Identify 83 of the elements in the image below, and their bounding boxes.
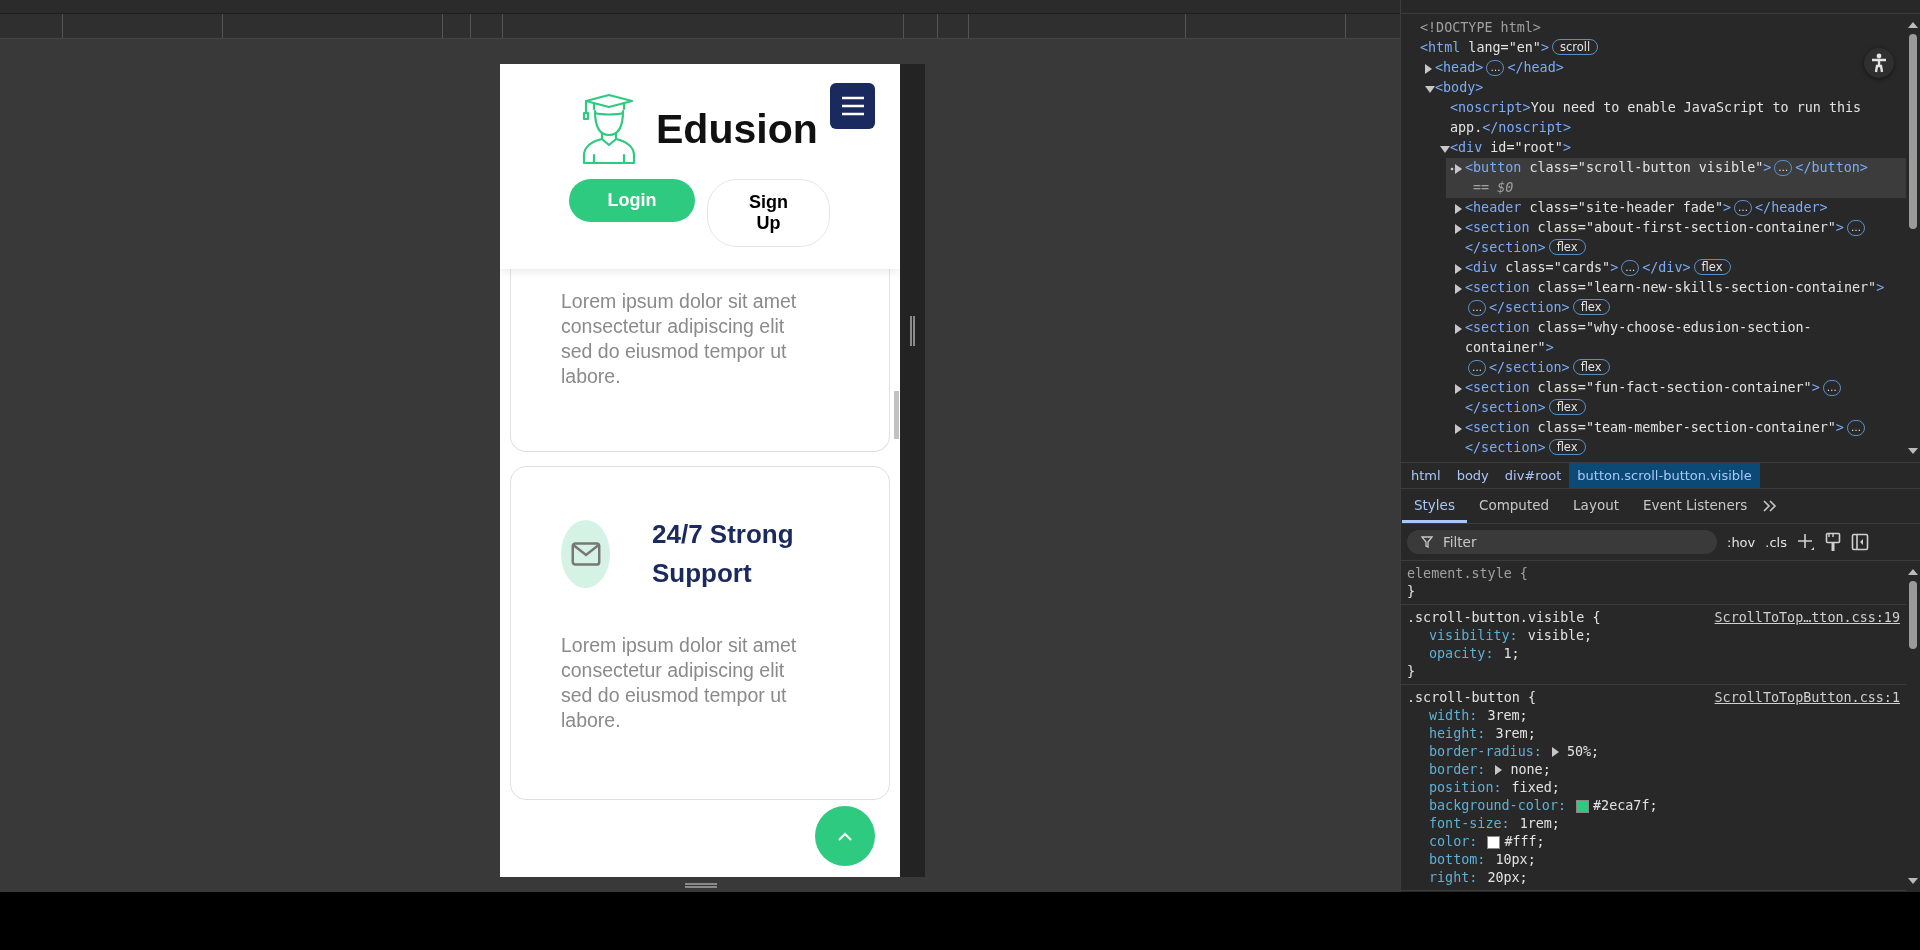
- selected-node-row[interactable]: <button class="scroll-button visible"> … </button> == $0: [1446, 158, 1906, 198]
- css-property-value: 3rem;: [1495, 725, 1536, 743]
- dom-closing-tag: </div>: [1642, 258, 1691, 278]
- dom-tag-code: <section class="learn-new-skills-section-container">: [1465, 279, 1885, 297]
- dom-tag-code: <noscript>You need to enable JavaScript to run this app.</noscript>: [1450, 99, 1863, 137]
- dom-node-row[interactable]: <div class="cards"> … </div> flex: [1446, 258, 1906, 278]
- card-text: Lorem ipsum dolor sit amet consectetur adipiscing elit sed do eiusmod tempor ut labore.: [561, 633, 798, 733]
- css-property-name: background-color:: [1429, 797, 1567, 815]
- dom-node-row[interactable]: <head> … </head>: [1416, 58, 1906, 78]
- stylesheet-link[interactable]: ScrollToTop…tton.css:19: [1714, 608, 1900, 627]
- css-property-value: #2eca7f;: [1593, 797, 1658, 815]
- dom-closing-tag: </button>: [1795, 158, 1868, 178]
- css-property-value: none;: [1510, 761, 1551, 779]
- dom-tag-code: <section class="why-choose-edusion-section-container">: [1465, 319, 1813, 357]
- signup-button[interactable]: Sign Up: [707, 179, 830, 247]
- dom-closing-tag: </section>: [1465, 438, 1546, 458]
- closing-brace: }: [1407, 583, 1417, 601]
- dom-closing-tag: </head>: [1507, 58, 1564, 78]
- css-property-value: 10px;: [1495, 851, 1536, 869]
- dom-tag-code: <body>: [1435, 79, 1484, 97]
- css-property-value: #fff;: [1504, 833, 1545, 851]
- selected-reference: == $0: [1473, 179, 1514, 197]
- css-property-name: border-radius:: [1429, 743, 1542, 761]
- css-property-value: 3rem;: [1487, 707, 1528, 725]
- stylesheet-link[interactable]: ScrollToTopButton.css:1: [1714, 688, 1900, 707]
- dom-tag-code: <div id="root">: [1450, 139, 1571, 157]
- dom-tag-code: <header class="site-header fade">: [1465, 199, 1732, 217]
- css-selector: element.style {: [1407, 565, 1528, 583]
- css-selector: .scroll-button {: [1407, 689, 1536, 707]
- filter-field[interactable]: Filter: [1407, 530, 1717, 554]
- css-property-name: visibility:: [1429, 627, 1518, 645]
- panel-tab[interactable]: Event Listeners: [1631, 489, 1760, 523]
- css-property-name: border:: [1429, 761, 1486, 779]
- dom-closing-tag: </section>: [1465, 398, 1546, 418]
- css-property-name: height:: [1429, 725, 1486, 743]
- dom-node-row[interactable]: <!DOCTYPE html>: [1401, 18, 1906, 38]
- dom-tag-code: <section class="about-first-section-container">: [1465, 219, 1844, 237]
- dom-tag-code: <button class="scroll-button visible">: [1465, 159, 1772, 177]
- dom-node-row[interactable]: <html lang="en"> scroll: [1401, 38, 1906, 58]
- css-property-value: 1;: [1503, 645, 1520, 663]
- breadcrumb[interactable]: button.scroll-button.visible: [1569, 463, 1760, 488]
- breadcrumb[interactable]: div#root: [1496, 463, 1570, 488]
- css-property-value: fixed;: [1511, 779, 1560, 797]
- dom-node-row[interactable]: <body>: [1416, 78, 1906, 98]
- dom-node-row[interactable]: <section class="learn-new-skills-section-container"> … </section> flex: [1446, 278, 1906, 318]
- breadcrumb[interactable]: body: [1448, 463, 1497, 488]
- css-property-name: right:: [1429, 869, 1478, 887]
- closing-brace: }: [1407, 663, 1417, 681]
- dom-tag-code: <div class="cards">: [1465, 259, 1619, 277]
- dom-tag-code: <html lang="en">: [1420, 39, 1549, 57]
- dom-node-row[interactable]: <section class="why-choose-edusion-section-container"> … </section> flex: [1446, 318, 1906, 378]
- brand-name: Edusion: [656, 105, 818, 153]
- dom-closing-tag: </header>: [1755, 198, 1828, 218]
- dom-node-row[interactable]: <section class="team-member-section-container"> … </section> flex: [1446, 418, 1906, 458]
- dom-tag-code: <!DOCTYPE html>: [1420, 19, 1541, 37]
- dom-node-row[interactable]: <header class="site-header fade"> … </header>: [1446, 198, 1906, 218]
- css-property-name: position:: [1429, 779, 1502, 797]
- css-property-name: color:: [1429, 833, 1478, 851]
- dom-tag-code: <section class="team-member-section-container">: [1465, 419, 1844, 437]
- css-property-value: 1rem;: [1519, 815, 1560, 833]
- breadcrumb[interactable]: html: [1403, 463, 1449, 488]
- style-toggle-button[interactable]: :hov: [1727, 534, 1756, 550]
- card-title: 24/7 Strong Support: [652, 518, 795, 590]
- panel-tab[interactable]: Layout: [1561, 489, 1631, 523]
- css-property-name: font-size:: [1429, 815, 1510, 833]
- dom-closing-tag: </section>: [1489, 298, 1570, 318]
- card-text: Lorem ipsum dolor sit amet consectetur adipiscing elit sed do eiusmod tempor ut labore.: [561, 289, 798, 389]
- dom-node-row[interactable]: <section class="fun-fact-section-container"> … </section> flex: [1446, 378, 1906, 418]
- css-property-name: opacity:: [1429, 645, 1494, 663]
- css-property-value: 50%;: [1566, 743, 1600, 761]
- style-toggle-button[interactable]: .cls: [1765, 534, 1787, 550]
- panel-tab[interactable]: Computed: [1466, 489, 1562, 523]
- dom-tag-code: <section class="fun-fact-section-container">: [1465, 379, 1820, 397]
- css-property-value: visible;: [1527, 627, 1593, 645]
- dom-node-row[interactable]: <noscript>You need to enable JavaScript to run this app.</noscript>: [1431, 98, 1906, 138]
- css-property-name: bottom:: [1429, 851, 1486, 869]
- dom-closing-tag: </section>: [1465, 238, 1546, 258]
- css-selector: .scroll-button.visible {: [1407, 609, 1601, 627]
- dom-tag-code: <head>: [1435, 59, 1484, 77]
- css-property-name: width:: [1429, 707, 1478, 725]
- panel-tab[interactable]: Styles: [1402, 489, 1467, 523]
- css-property-value: 20px;: [1487, 869, 1528, 887]
- dom-closing-tag: </section>: [1489, 358, 1570, 378]
